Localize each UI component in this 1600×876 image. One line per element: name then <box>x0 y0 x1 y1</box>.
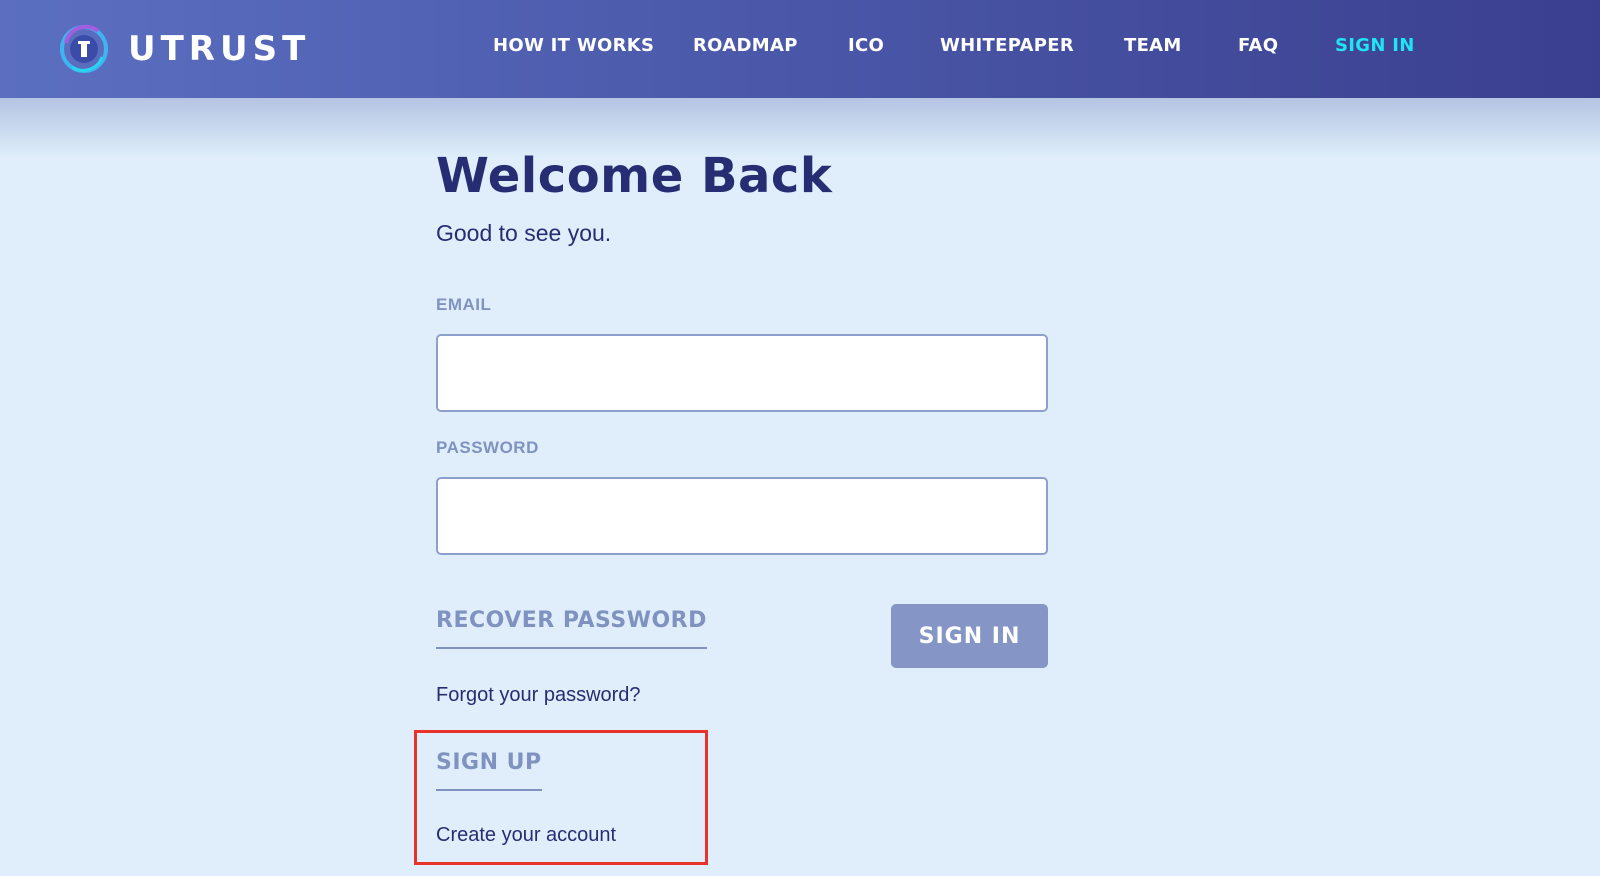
sign-in-button[interactable]: SIGN IN <box>891 604 1048 668</box>
forgot-password-text: Forgot your password? <box>436 684 641 706</box>
password-field[interactable] <box>436 477 1048 555</box>
page-subtitle: Good to see you. <box>436 220 612 246</box>
email-label: EMAIL <box>436 295 492 314</box>
sign-in-form: Welcome Back Good to see you. EMAIL PASS… <box>436 0 1056 876</box>
page-title: Welcome Back <box>436 148 833 204</box>
create-account-text: Create your account <box>436 824 617 846</box>
password-label: PASSWORD <box>436 438 539 457</box>
recover-password-link[interactable]: RECOVER PASSWORD <box>436 608 707 649</box>
sign-up-link[interactable]: SIGN UP <box>436 750 542 791</box>
email-field[interactable] <box>436 334 1048 412</box>
nav-sign-in[interactable]: SIGN IN <box>1335 35 1415 56</box>
nav-faq[interactable]: FAQ <box>1238 35 1278 56</box>
nav-team[interactable]: TEAM <box>1124 35 1182 56</box>
